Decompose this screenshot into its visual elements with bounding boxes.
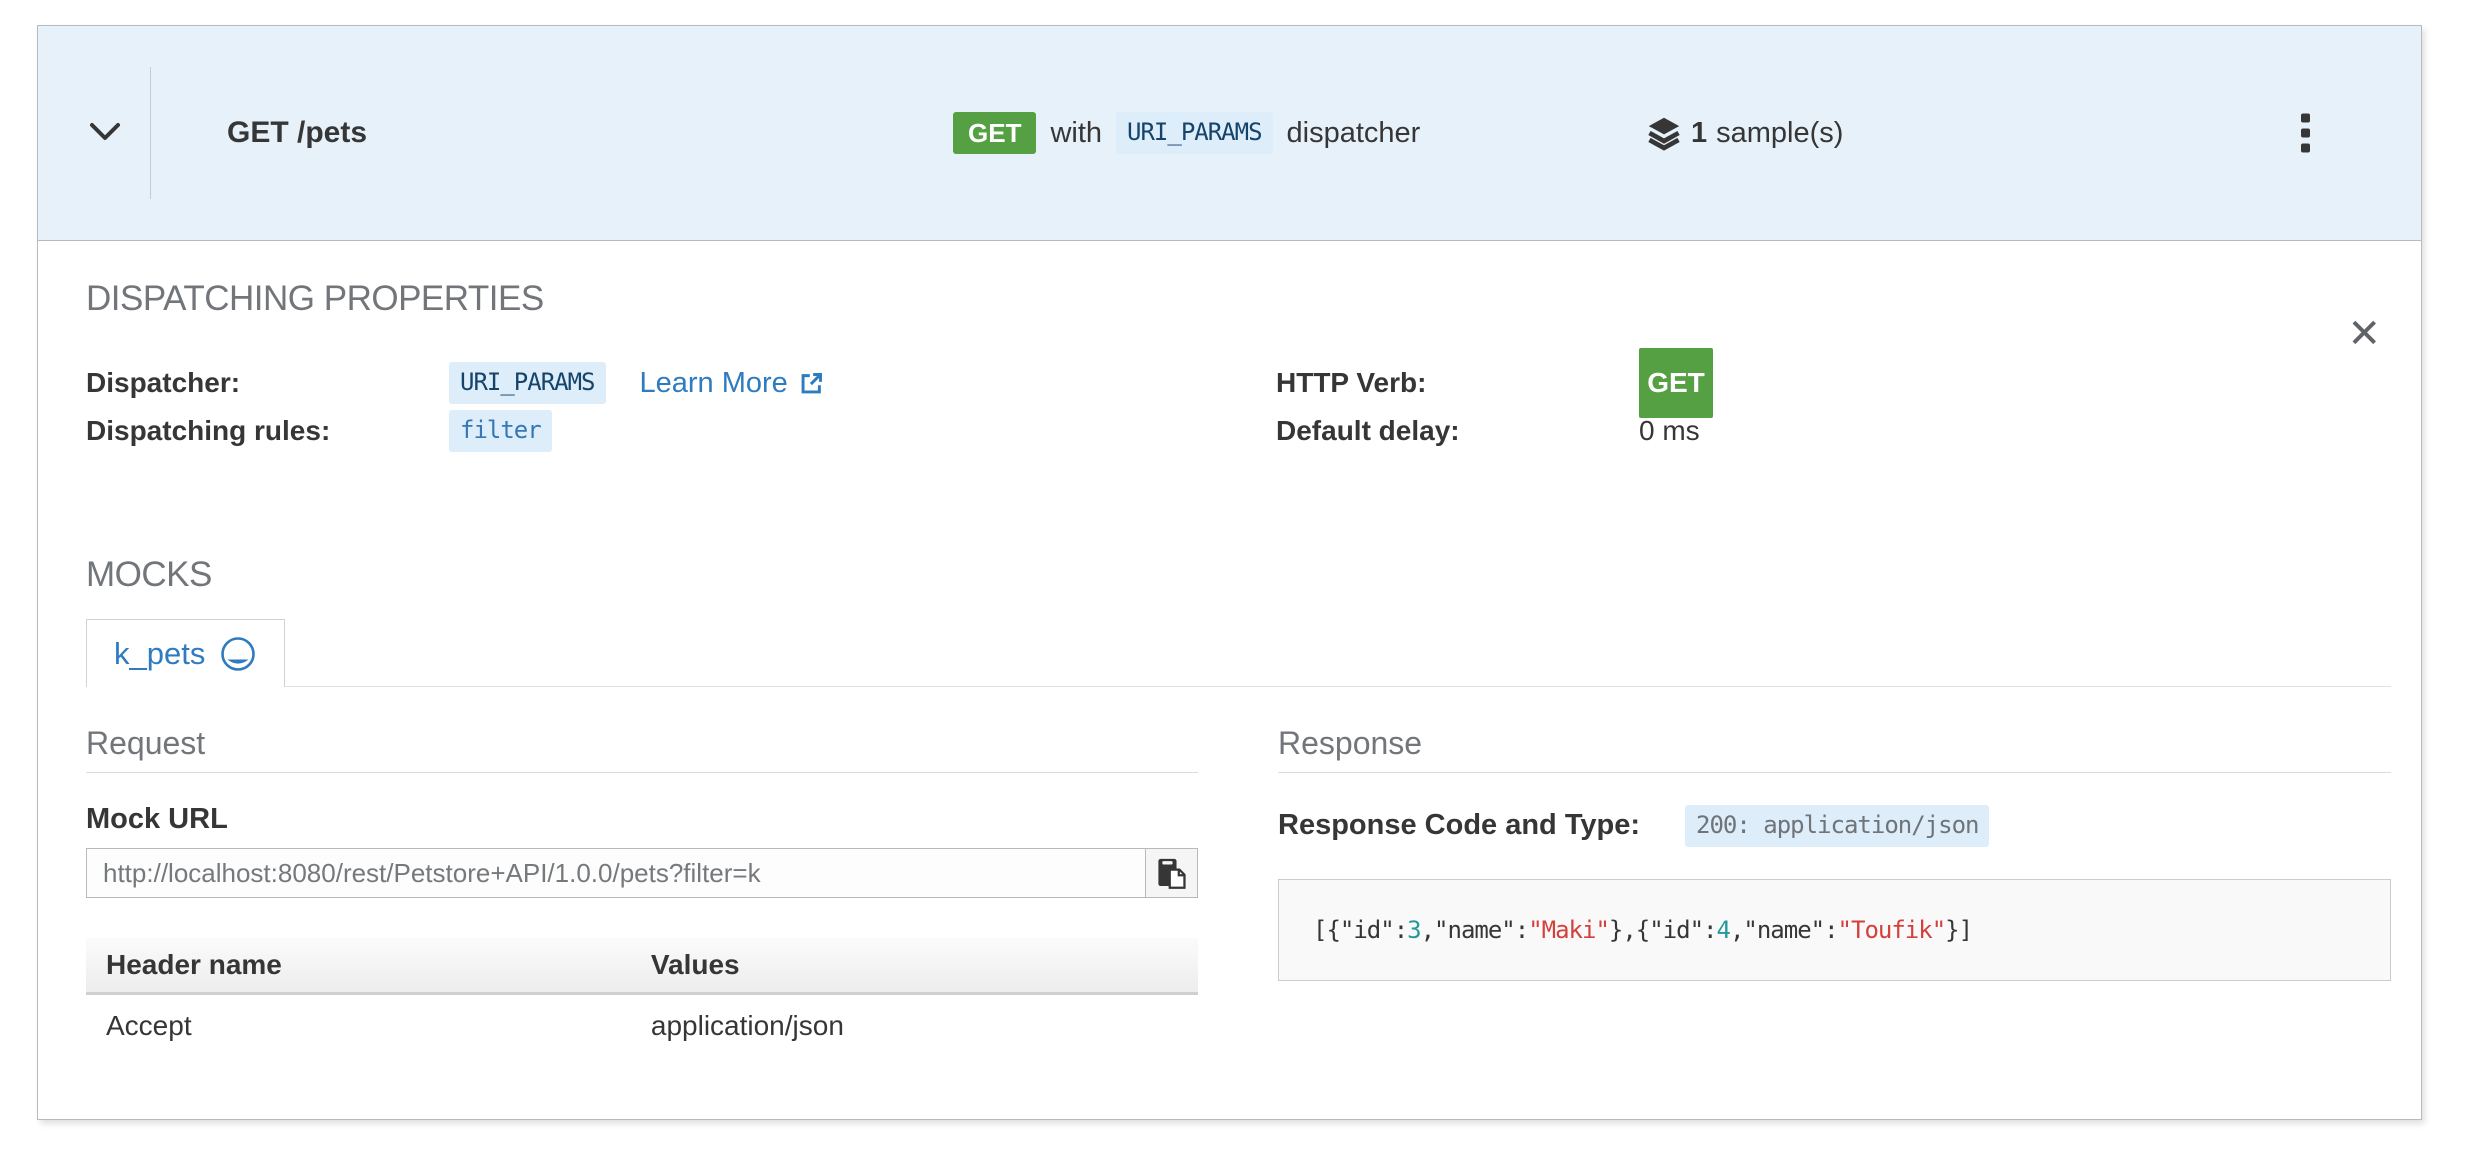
learn-more-link[interactable]: Learn More xyxy=(640,367,825,400)
response-title: Response xyxy=(1278,725,2391,773)
operation-card: GET /pets GET with URI_PARAMS dispatcher… xyxy=(37,25,2422,1120)
operation-details-panel: ✕ DISPATCHING PROPERTIES Dispatcher: URI… xyxy=(38,279,2421,1057)
json-string-token: "Maki" xyxy=(1528,916,1609,944)
column-header-name: Header name xyxy=(86,938,631,994)
response-code-row: Response Code and Type: 200: application… xyxy=(1278,805,2391,847)
external-link-icon xyxy=(798,370,825,397)
samples-count: 1 xyxy=(1691,117,1707,150)
smiley-status-icon xyxy=(219,635,257,673)
dispatching-rules-chip: filter xyxy=(449,410,552,452)
operation-header: GET /pets GET with URI_PARAMS dispatcher… xyxy=(38,26,2421,241)
request-headers-table: Header name Values Accept application/js… xyxy=(86,938,1198,1057)
chevron-down-icon xyxy=(88,121,122,146)
dispatching-properties-title: DISPATCHING PROPERTIES xyxy=(86,279,2391,319)
default-delay-value: 0 ms xyxy=(1639,415,1700,447)
response-body-code: [{"id":3,"name":"Maki"},{"id":4,"name":"… xyxy=(1278,879,2391,981)
json-token: }] xyxy=(1945,916,1972,944)
json-number-token: 4 xyxy=(1717,916,1730,944)
response-code-label: Response Code and Type: xyxy=(1278,809,1640,842)
header-divider xyxy=(150,67,151,199)
dispatcher-text: dispatcher xyxy=(1287,117,1421,150)
dispatcher-chip: URI_PARAMS xyxy=(1116,112,1273,154)
http-verb-label: HTTP Verb: xyxy=(1276,367,1639,399)
dispatcher-summary: GET with URI_PARAMS dispatcher xyxy=(953,112,1420,154)
json-token: ,"name": xyxy=(1421,916,1529,944)
response-column: Response Response Code and Type: 200: ap… xyxy=(1278,687,2391,1057)
mock-detail-columns: Request Mock URL http://localhost:8080/r… xyxy=(86,687,2391,1057)
header-value-cell: application/json xyxy=(631,994,1198,1058)
mock-url-box: http://localhost:8080/rest/Petstore+API/… xyxy=(86,848,1198,898)
operation-title: GET /pets xyxy=(227,116,367,150)
tab-k-pets[interactable]: k_pets xyxy=(86,619,285,687)
learn-more-label: Learn More xyxy=(640,367,788,400)
request-column: Request Mock URL http://localhost:8080/r… xyxy=(86,687,1198,1057)
dispatching-rules-row: Dispatching rules: filter xyxy=(86,407,1276,455)
default-delay-row: Default delay: 0 ms xyxy=(1276,407,2391,455)
kebab-dot xyxy=(2301,114,2310,123)
json-token: ,"name": xyxy=(1730,916,1838,944)
kebab-dot xyxy=(2301,129,2310,138)
tab-label: k_pets xyxy=(114,636,205,672)
layers-icon xyxy=(1646,115,1682,151)
response-code-chip: 200: application/json xyxy=(1685,805,1989,847)
paste-icon xyxy=(1157,856,1187,890)
copy-url-button[interactable] xyxy=(1145,849,1197,897)
column-values: Values xyxy=(631,938,1198,994)
json-token: [{"id": xyxy=(1313,916,1407,944)
kebab-dot xyxy=(2301,144,2310,153)
dispatching-rules-label: Dispatching rules: xyxy=(86,415,449,447)
collapse-chevron-button[interactable] xyxy=(88,121,122,146)
table-header-row: Header name Values xyxy=(86,938,1198,994)
default-delay-label: Default delay: xyxy=(1276,415,1639,447)
tabs-baseline xyxy=(285,619,2391,687)
kebab-menu-button[interactable] xyxy=(2295,108,2316,159)
dispatching-properties: Dispatcher: URI_PARAMS Learn More xyxy=(86,359,2391,455)
close-button[interactable]: ✕ xyxy=(2341,313,2387,355)
samples-indicator: 1 sample(s) xyxy=(1646,115,1843,151)
dispatcher-value-chip: URI_PARAMS xyxy=(449,362,606,404)
request-title: Request xyxy=(86,725,1198,773)
dispatcher-label: Dispatcher: xyxy=(86,367,449,399)
header-name-cell: Accept xyxy=(86,994,631,1058)
json-token: },{"id": xyxy=(1609,916,1717,944)
mock-url-label: Mock URL xyxy=(86,803,1198,836)
mocks-title: MOCKS xyxy=(86,555,2391,595)
table-row: Accept application/json xyxy=(86,994,1198,1058)
json-number-token: 3 xyxy=(1407,916,1420,944)
method-badge: GET xyxy=(953,112,1036,154)
samples-label: sample(s) xyxy=(1716,117,1843,150)
json-string-token: "Toufik" xyxy=(1838,916,1946,944)
mock-url-value[interactable]: http://localhost:8080/rest/Petstore+API/… xyxy=(87,849,1145,897)
with-text: with xyxy=(1050,117,1102,150)
http-verb-row: HTTP Verb: GET xyxy=(1276,359,2391,407)
dispatcher-row: Dispatcher: URI_PARAMS Learn More xyxy=(86,359,1276,407)
mocks-tabs: k_pets xyxy=(86,619,2391,687)
http-verb-badge: GET xyxy=(1639,348,1713,418)
